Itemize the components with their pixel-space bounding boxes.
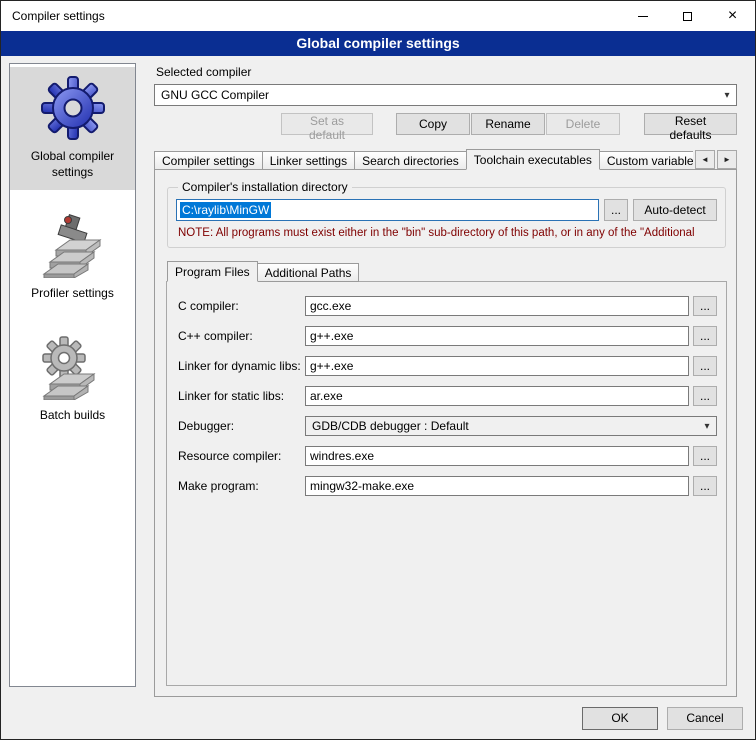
make-program-label: Make program: (178, 479, 305, 493)
tab-program-files[interactable]: Program Files (167, 261, 258, 282)
rename-button[interactable]: Rename (471, 113, 545, 135)
compiler-settings-window: Compiler settings × Global compiler sett… (0, 0, 756, 740)
debugger-label: Debugger: (178, 419, 305, 433)
batch-builds-icon (42, 336, 104, 400)
blue-gear-icon (40, 75, 106, 141)
cpp-compiler-input[interactable] (305, 326, 689, 346)
maximize-button[interactable] (665, 1, 710, 31)
browse-static-linker-button[interactable]: ... (693, 386, 717, 406)
tab-scroll-right-button[interactable]: ► (717, 150, 737, 169)
tab-search-directories[interactable]: Search directories (354, 151, 467, 170)
page-title: Global compiler settings (1, 31, 755, 56)
compiler-buttons-row: Set as default Copy Rename Delete Reset … (154, 113, 737, 135)
c-compiler-input[interactable] (305, 296, 689, 316)
tab-linker-settings[interactable]: Linker settings (262, 151, 355, 170)
settings-category-list: Global compiler settings (9, 63, 136, 687)
field-row-debugger: Debugger: GDB/CDB debugger : Default ▾ (178, 416, 717, 436)
browse-resource-compiler-button[interactable]: ... (693, 446, 717, 466)
sidebar-item-label: Profiler settings (31, 286, 114, 302)
field-row-resource-compiler: Resource compiler: ... (178, 446, 717, 466)
installation-directory-row: C:\raylib\MinGW ... Auto-detect (176, 199, 717, 221)
field-row-c-compiler: C compiler: ... (178, 296, 717, 316)
chevron-down-icon: ▾ (718, 90, 736, 101)
static-linker-input[interactable] (305, 386, 689, 406)
installation-directory-label: Compiler's installation directory (178, 180, 352, 194)
maximize-icon (683, 12, 692, 21)
field-row-make-program: Make program: ... (178, 476, 717, 496)
auto-detect-button[interactable]: Auto-detect (633, 199, 717, 221)
installation-directory-value: C:\raylib\MinGW (180, 202, 271, 218)
sidebar-item-profiler-settings[interactable]: Profiler settings (10, 206, 135, 312)
tab-toolchain-executables[interactable]: Toolchain executables (466, 149, 600, 170)
close-button[interactable]: × (710, 1, 755, 31)
tab-scroll-arrows: ◄ ► (695, 150, 737, 169)
field-row-static-linker: Linker for static libs: ... (178, 386, 717, 406)
toolchain-executables-panel: Compiler's installation directory C:\ray… (154, 169, 737, 697)
directory-note: NOTE: All programs must exist either in … (178, 227, 717, 239)
field-row-dynamic-linker: Linker for dynamic libs: ... (178, 356, 717, 376)
sidebar-item-batch-builds[interactable]: Batch builds (10, 328, 135, 434)
browse-directory-button[interactable]: ... (604, 199, 628, 221)
dialog-body: Global compiler settings (1, 56, 755, 697)
installation-directory-group: Compiler's installation directory C:\ray… (167, 180, 726, 248)
sidebar-item-label: Batch builds (40, 408, 105, 424)
tab-scroll-left-button[interactable]: ◄ (695, 150, 715, 169)
minimize-icon (638, 16, 648, 17)
window-title: Compiler settings (1, 9, 620, 23)
settings-tabstrip: Compiler settings Linker settings Search… (154, 149, 737, 170)
browse-dynamic-linker-button[interactable]: ... (693, 356, 717, 376)
program-files-panel: C compiler: ... C++ compiler: ... Linker… (166, 281, 727, 686)
tab-custom-variables[interactable]: Custom variables (599, 151, 693, 170)
c-compiler-label: C compiler: (178, 299, 305, 313)
cpp-compiler-label: C++ compiler: (178, 329, 305, 343)
browse-make-program-button[interactable]: ... (693, 476, 717, 496)
browse-cpp-compiler-button[interactable]: ... (693, 326, 717, 346)
program-files-tabstrip: Program Files Additional Paths (166, 261, 727, 282)
delete-button[interactable]: Delete (546, 113, 620, 135)
tab-additional-paths[interactable]: Additional Paths (257, 263, 360, 282)
debugger-dropdown[interactable]: GDB/CDB debugger : Default ▾ (305, 416, 717, 436)
tab-compiler-settings[interactable]: Compiler settings (154, 151, 263, 170)
copy-button[interactable]: Copy (396, 113, 470, 135)
reset-defaults-button[interactable]: Reset defaults (644, 113, 737, 135)
static-linker-label: Linker for static libs: (178, 389, 305, 403)
set-as-default-button[interactable]: Set as default (281, 113, 373, 135)
installation-directory-input[interactable]: C:\raylib\MinGW (176, 199, 599, 221)
titlebar: Compiler settings × (1, 1, 755, 31)
chevron-down-icon: ▾ (698, 421, 716, 432)
resource-compiler-input[interactable] (305, 446, 689, 466)
ok-button[interactable]: OK (582, 707, 658, 730)
selected-compiler-label: Selected compiler (156, 65, 737, 79)
resource-compiler-label: Resource compiler: (178, 449, 305, 463)
field-row-cpp-compiler: C++ compiler: ... (178, 326, 717, 346)
debugger-value: GDB/CDB debugger : Default (306, 419, 698, 433)
minimize-button[interactable] (620, 1, 665, 31)
cancel-button[interactable]: Cancel (667, 707, 743, 730)
dynamic-linker-input[interactable] (305, 356, 689, 376)
browse-c-compiler-button[interactable]: ... (693, 296, 717, 316)
profiler-icon (42, 214, 104, 278)
sidebar-item-label: Global compiler settings (14, 149, 131, 180)
selected-compiler-dropdown[interactable]: GNU GCC Compiler ▾ (154, 84, 737, 106)
dialog-footer: OK Cancel (1, 697, 755, 739)
sidebar-item-global-compiler-settings[interactable]: Global compiler settings (10, 67, 135, 190)
selected-compiler-value: GNU GCC Compiler (155, 88, 718, 102)
make-program-input[interactable] (305, 476, 689, 496)
dynamic-linker-label: Linker for dynamic libs: (178, 359, 305, 373)
close-icon: × (728, 8, 737, 24)
tabs-scroller: Compiler settings Linker settings Search… (154, 149, 693, 170)
main-content: Selected compiler GNU GCC Compiler ▾ Set… (146, 63, 747, 697)
